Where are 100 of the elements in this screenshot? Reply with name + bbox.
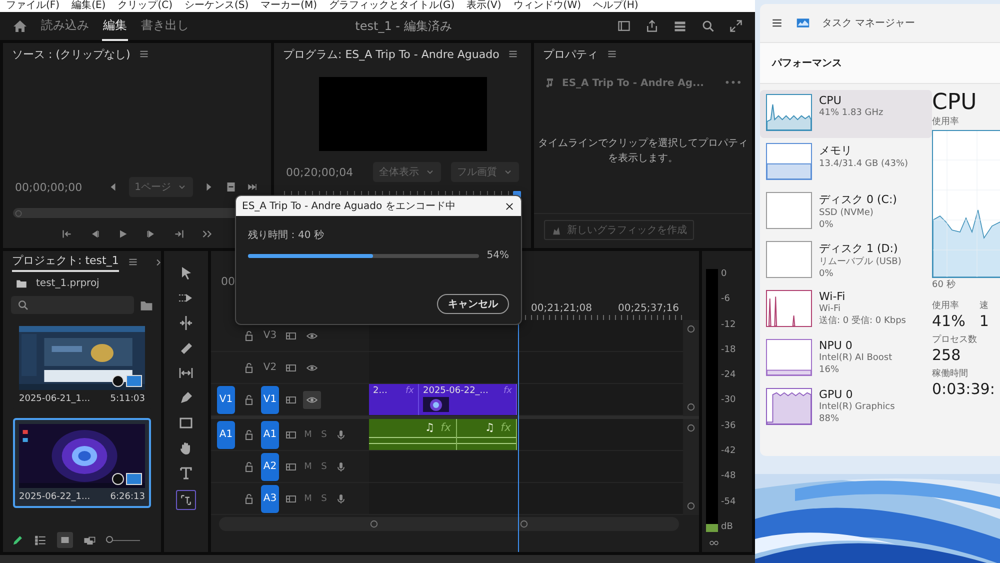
sync-lock-icon[interactable] (285, 362, 297, 374)
sync-lock-icon[interactable] (285, 460, 297, 472)
type-icon[interactable] (178, 465, 194, 481)
resource-item[interactable]: CPU 41% 1.83 GHz (760, 90, 932, 138)
slip-icon[interactable] (178, 365, 194, 381)
sync-lock-icon[interactable] (285, 492, 297, 504)
resource-item[interactable]: Wi-Fi Wi-Fi 送信: 0 受信: 0 Kbps (760, 286, 932, 334)
menu-icon[interactable] (606, 48, 618, 60)
cancel-button[interactable]: キャンセル (437, 294, 509, 314)
stat-label: プロセス数 (932, 333, 978, 346)
lock-icon[interactable] (243, 492, 255, 504)
expand-icon[interactable] (729, 19, 743, 33)
pencil-icon[interactable] (11, 534, 24, 546)
pen-icon[interactable] (178, 390, 194, 406)
go-to-out-icon[interactable] (173, 228, 185, 240)
resource-detail: 16% (819, 364, 840, 376)
export-frame-icon[interactable] (225, 181, 237, 193)
meter-scale-label: 0 (721, 269, 728, 279)
media-duration: 6:26:13 (110, 492, 145, 502)
menu-icon[interactable] (126, 256, 139, 268)
panel-icon[interactable] (617, 19, 631, 33)
menu-item[interactable]: マーカー(M) (260, 0, 318, 12)
stat-value: 1 (979, 312, 989, 330)
meter-scale-label: -30 (721, 395, 736, 406)
list-icon[interactable] (673, 19, 687, 33)
source-patch[interactable]: A1 (217, 420, 235, 448)
track-target[interactable]: A3 (261, 484, 279, 512)
workspace-tab[interactable]: 編集 (102, 12, 128, 40)
track-target[interactable]: V3 (261, 322, 279, 350)
lock-icon[interactable] (243, 394, 255, 406)
menu-icon[interactable] (138, 48, 150, 60)
microphone-icon[interactable] (335, 492, 347, 504)
resource-detail: Intel(R) AI Boost (819, 352, 892, 364)
lock-icon[interactable] (243, 330, 255, 342)
resource-item[interactable]: メモリ 13.4/31.4 GB (43%) (760, 139, 932, 187)
video-clip[interactable]: 2025-06-22_... fx (419, 384, 517, 415)
audio-clip[interactable]: ♫ fx (369, 419, 457, 450)
ripple-edit-icon[interactable] (178, 315, 194, 331)
list-view-icon[interactable] (34, 534, 47, 546)
home-icon[interactable] (12, 18, 28, 34)
icon-view-button[interactable] (57, 532, 73, 548)
caption-tool[interactable] (176, 490, 196, 510)
scrub-handle-icon[interactable] (14, 208, 23, 218)
media-name: 2025-06-21_1... (19, 394, 90, 404)
play-icon[interactable] (117, 228, 129, 240)
panel-title: プロパティ (543, 46, 598, 62)
more-controls-icon[interactable] (201, 228, 213, 240)
track-target[interactable]: V2 (261, 354, 279, 382)
chart-label: 使用率 (932, 116, 960, 128)
sync-lock-icon[interactable] (285, 428, 297, 440)
vertical-scrollbar[interactable] (683, 419, 699, 515)
resource-detail: 送信: 0 受信: 0 Kbps (819, 315, 906, 327)
project-tab[interactable]: プロジェクト: test_1 (12, 252, 119, 272)
lock-icon[interactable] (243, 428, 255, 440)
project-file: test_1.prproj (36, 278, 100, 289)
audio-clip[interactable]: ♫ fx (457, 419, 517, 450)
workspace-tab[interactable]: 書き出し (140, 12, 190, 40)
slider-thumb[interactable] (106, 536, 113, 542)
eye-toggle[interactable] (303, 390, 321, 408)
search-icon[interactable] (701, 19, 715, 33)
go-to-in-icon[interactable] (61, 228, 73, 240)
menu-item[interactable]: ファイル(F) (6, 0, 60, 12)
search-field[interactable] (11, 296, 134, 314)
track-target[interactable]: A1 (261, 420, 279, 448)
new-bin-icon[interactable] (140, 298, 153, 312)
microphone-icon[interactable] (335, 460, 347, 472)
media-item[interactable]: 2025-06-22_1... 6:26:13 (13, 418, 151, 508)
meter-scale-label: -6 (721, 294, 731, 304)
menu-item[interactable]: 編集(E) (72, 0, 106, 12)
track-target[interactable]: A2 (261, 452, 279, 480)
rectangle-icon[interactable] (178, 415, 194, 431)
lock-icon[interactable] (243, 460, 255, 472)
share-icon[interactable] (645, 19, 659, 33)
video-clip[interactable]: 2... fx (369, 384, 419, 415)
menu-icon[interactable] (507, 48, 520, 60)
horizontal-scrollbar[interactable] (219, 517, 679, 531)
vertical-scrollbar[interactable] (683, 320, 699, 416)
detail-title: CPU (932, 90, 978, 115)
workspace-tab[interactable]: 読み込み (40, 12, 90, 40)
menu-item[interactable]: 表示(V) (466, 0, 502, 12)
resource-item[interactable]: ディスク 1 (D:) リムーバブル (USB) 0% (760, 237, 932, 285)
menu-item[interactable]: ウィンドウ(W) (513, 0, 581, 12)
fast-forward-icon[interactable] (247, 181, 259, 193)
ruler-label: 00;21;21;08 (531, 303, 592, 316)
time-ruler[interactable]: 00;21;21;08 00;25;37;16 (531, 303, 683, 320)
media-name: 2025-06-22_1... (19, 492, 90, 502)
source-patch[interactable]: V1 (217, 386, 235, 414)
close-icon[interactable] (504, 200, 515, 212)
menu-item[interactable]: グラフィックとタイトル(G) (329, 0, 455, 12)
resource-item[interactable]: NPU 0 Intel(R) AI Boost 16% (760, 335, 932, 383)
resource-item[interactable]: GPU 0 Intel(R) Graphics 88% (760, 384, 932, 432)
track-target[interactable]: V1 (261, 386, 279, 414)
sync-lock-icon[interactable] (285, 394, 297, 406)
resource-item[interactable]: ディスク 0 (C:) SSD (NVMe) 0% (760, 188, 932, 236)
sync-lock-icon[interactable] (285, 330, 297, 342)
lock-icon[interactable] (243, 362, 255, 374)
menu-item[interactable]: シーケンス(S) (184, 0, 249, 12)
clip-badge-icon (126, 375, 142, 387)
timecode: 00;00;00;00 (15, 180, 82, 194)
microphone-icon[interactable] (335, 428, 347, 440)
